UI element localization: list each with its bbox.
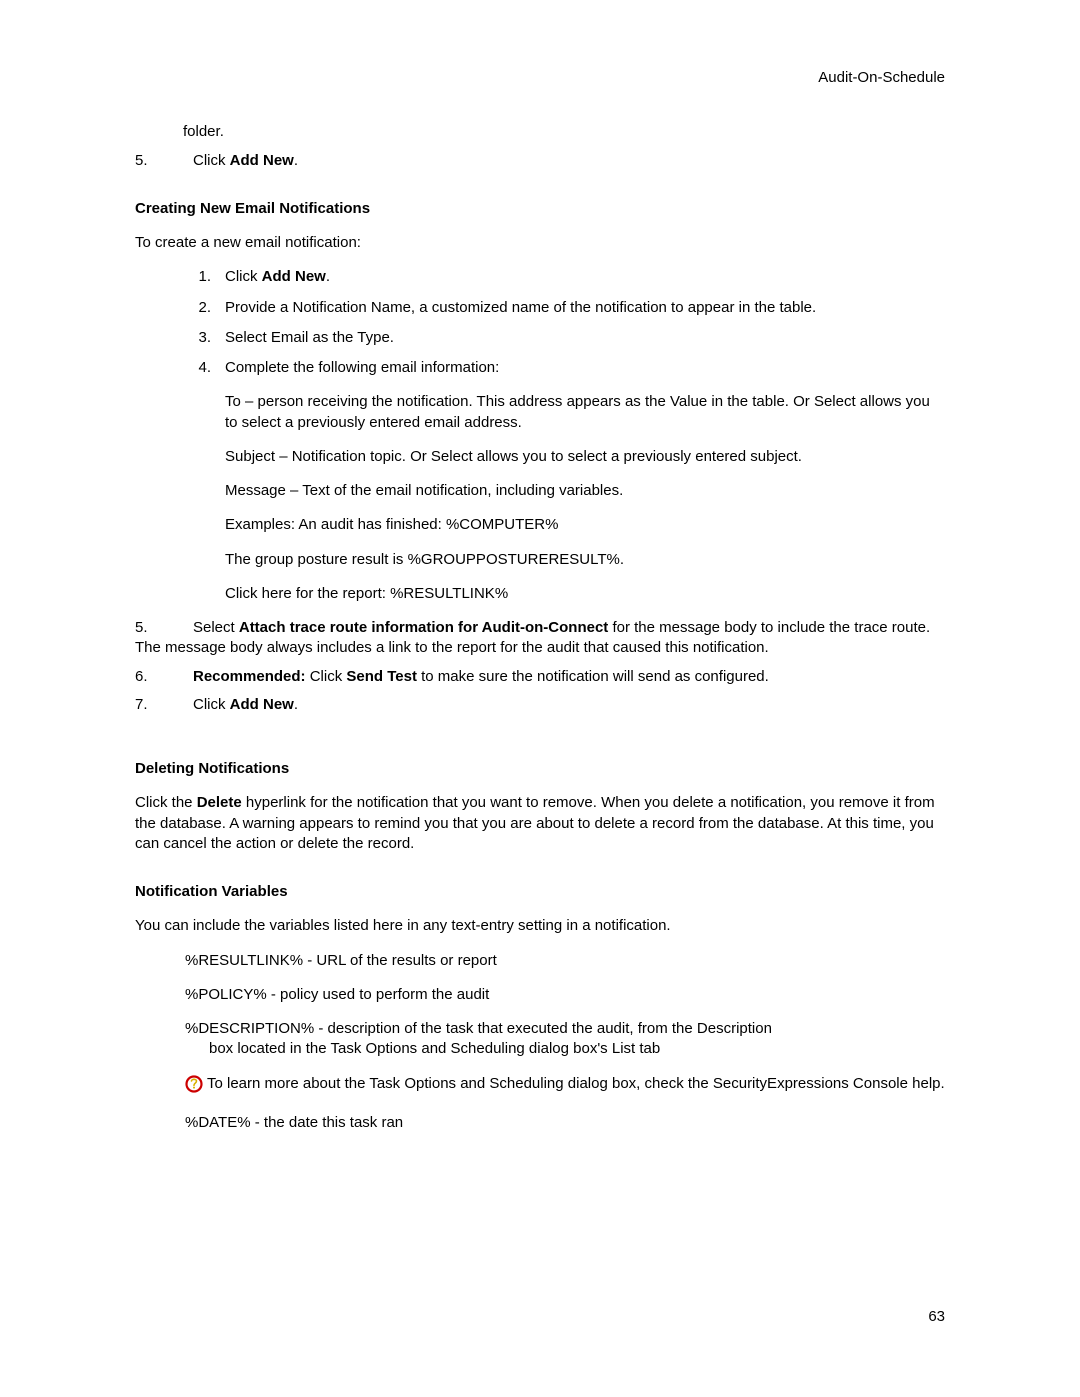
list-body: Click Add New.	[225, 267, 945, 287]
list-item: 1. Click Add New.	[175, 267, 945, 287]
paragraph: Subject – Notification topic. Or Select …	[225, 447, 945, 467]
tip-icon	[185, 1075, 203, 1099]
document-page: Audit-On-Schedule folder. 5. Click Add N…	[0, 0, 1080, 1397]
list-item: 4. Complete the following email informat…	[175, 358, 945, 378]
list-body: Provide a Notification Name, a customize…	[225, 298, 945, 318]
section-heading-create-email: Creating New Email Notifications	[135, 199, 945, 219]
text: Click	[306, 668, 347, 685]
command-name: Send Test	[346, 668, 417, 685]
list-body: Click Add New.	[193, 151, 945, 171]
paragraph: Message – Text of the email notification…	[225, 481, 945, 501]
ordered-list: 1. Click Add New. 2. Provide a Notificat…	[175, 267, 945, 604]
text: .	[294, 696, 298, 713]
text: to make sure the notification will send …	[417, 668, 769, 685]
section-heading-delete: Deleting Notifications	[135, 759, 945, 779]
text: Click	[225, 268, 262, 285]
list-item: 7. Click Add New.	[135, 695, 945, 715]
list-number: 3.	[175, 328, 211, 348]
variable-item: %DESCRIPTION% - description of the task …	[185, 1019, 945, 1060]
list-number: 4.	[175, 358, 211, 378]
paragraph: Examples: An audit has finished: %COMPUT…	[225, 515, 945, 535]
paragraph: To create a new email notification:	[135, 233, 945, 253]
list-item: 5. Select Attach trace route information…	[135, 618, 945, 659]
emphasis: Recommended:	[193, 668, 306, 685]
tip-text: To learn more about the Task Options and…	[207, 1074, 945, 1094]
list-item: 5. Click Add New.	[135, 151, 945, 171]
paragraph: To – person receiving the notification. …	[225, 392, 945, 433]
list-body: Complete the following email information…	[225, 358, 945, 378]
list-body: Recommended: Click Send Test to make sur…	[193, 667, 945, 687]
list-number: 1.	[175, 267, 211, 287]
list-number: 2.	[175, 298, 211, 318]
variable-item: %POLICY% - policy used to perform the au…	[185, 985, 945, 1005]
list-body: Select Attach trace route information fo…	[135, 618, 945, 659]
page-header: Audit-On-Schedule	[135, 68, 945, 88]
list-body: Select Email as the Type.	[225, 328, 945, 348]
page-number: 63	[928, 1307, 945, 1327]
variable-item: %RESULTLINK% - URL of the results or rep…	[185, 951, 945, 971]
command-name: Delete	[197, 794, 242, 811]
list-number: 7.	[135, 695, 193, 715]
paragraph: Click here for the report: %RESULTLINK%	[225, 584, 945, 604]
text: %DESCRIPTION% - description of the task …	[185, 1019, 945, 1039]
list-item: 3. Select Email as the Type.	[175, 328, 945, 348]
variable-item: %DATE% - the date this task ran	[185, 1113, 945, 1133]
list-item: 2. Provide a Notification Name, a custom…	[175, 298, 945, 318]
command-name: Add New	[262, 268, 326, 285]
variable-list: %RESULTLINK% - URL of the results or rep…	[185, 951, 945, 1134]
text: Select	[193, 619, 239, 636]
list-number: 5.	[135, 151, 193, 171]
text: .	[326, 268, 330, 285]
text: Click	[193, 152, 230, 169]
text-continuation: box located in the Task Options and Sche…	[209, 1039, 945, 1059]
text: Click the	[135, 794, 197, 811]
command-name: Attach trace route information for Audit…	[239, 619, 608, 636]
text: .	[294, 152, 298, 169]
text: hyperlink for the notification that you …	[135, 794, 935, 852]
list-number: 6.	[135, 667, 193, 687]
list-item: 6. Recommended: Click Send Test to make …	[135, 667, 945, 687]
tip-note: To learn more about the Task Options and…	[185, 1074, 945, 1099]
paragraph: Click the Delete hyperlink for the notif…	[135, 793, 945, 854]
section-heading-variables: Notification Variables	[135, 882, 945, 902]
sub-details: To – person receiving the notification. …	[225, 392, 945, 604]
text: Click	[193, 696, 230, 713]
command-name: Add New	[230, 696, 294, 713]
list-body: Click Add New.	[193, 695, 945, 715]
paragraph: You can include the variables listed her…	[135, 916, 945, 936]
paragraph: The group posture result is %GROUPPOSTUR…	[225, 550, 945, 570]
continued-text: folder.	[183, 122, 945, 142]
command-name: Add New	[230, 152, 294, 169]
